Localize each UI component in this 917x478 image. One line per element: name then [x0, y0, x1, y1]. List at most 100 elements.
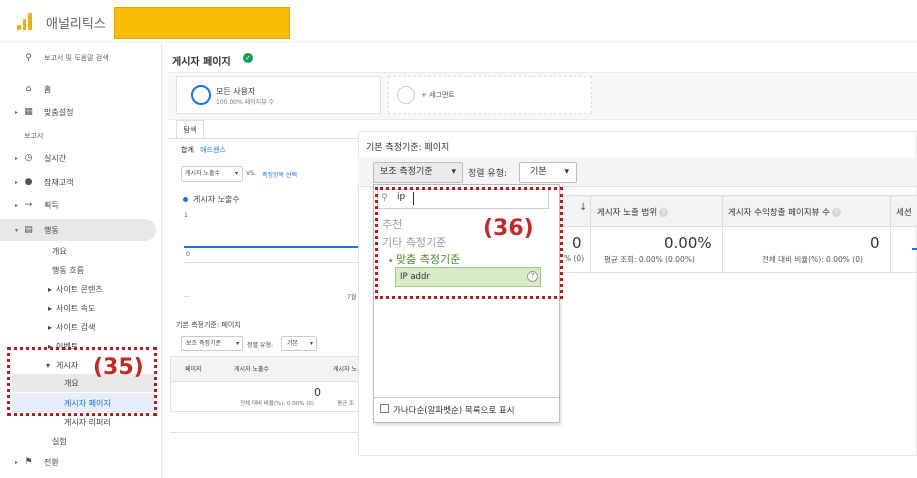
table-row: [170, 382, 360, 412]
primary-dimension-label: 기본 측정기준: 페이지: [366, 143, 450, 153]
column-divider: [590, 195, 591, 272]
divider: [374, 397, 559, 398]
sidebar-item-label: 획득: [44, 200, 59, 210]
impressions-total: 0: [572, 234, 582, 252]
subtab-summary[interactable]: 합계: [181, 146, 194, 154]
annotation-label-36: (36): [483, 216, 534, 241]
caret-right-icon: ▸: [15, 201, 19, 209]
person-icon: ●: [24, 177, 33, 187]
sidebar-search[interactable]: ⚲ 보고서 및 도움말 검색: [0, 48, 160, 68]
sidebar-subitem[interactable]: 행동 흐름: [0, 260, 160, 280]
sidebar-item-label: 행동: [44, 225, 59, 235]
coverage-value: 0.00%: [664, 234, 712, 252]
sidebar-item-label: 실시간: [44, 153, 67, 163]
search-icon: ⚲: [25, 53, 32, 63]
choose-metric-link[interactable]: 측정항목 선택: [262, 170, 297, 179]
behavior-icon: ▤: [24, 225, 33, 235]
sort-label: 정렬 유형:: [247, 342, 274, 349]
legend-label: 게시자 노출수: [193, 195, 240, 204]
sidebar-subitem[interactable]: ▸ 사이트 속도: [0, 298, 160, 318]
add-segment-label: + 세그먼트: [421, 91, 455, 99]
column-header-coverage[interactable]: 게시자 노출 범위?: [597, 206, 669, 218]
sidebar-item-customization[interactable]: ▸ ▦ 맞춤설정: [0, 102, 160, 122]
secondary-dimension-button[interactable]: 보조 측정기준 ▾: [181, 336, 243, 351]
sidebar-subitem-label: 사이트 검색: [56, 322, 96, 332]
caret-right-icon: ▸: [15, 458, 19, 466]
button-label: 보조 측정기준: [186, 340, 222, 347]
verified-check-icon: ✓: [243, 53, 253, 63]
button-label: 기본: [530, 167, 547, 177]
segment-title: 모든 사용자: [216, 87, 256, 96]
flag-icon: ⚑: [24, 457, 33, 467]
clock-icon: ◷: [24, 153, 33, 163]
column-label: 게시자 노출 범위: [597, 208, 658, 218]
chevron-down-icon: ▾: [234, 170, 238, 177]
sidebar-item-label: 잠재고객: [44, 177, 74, 187]
add-segment-button[interactable]: [388, 76, 592, 114]
sidebar-item-audience[interactable]: ▸ ● 잠재고객: [0, 172, 160, 192]
annotation-label-35: (35): [93, 355, 144, 380]
dashboard-icon: ▦: [24, 107, 33, 117]
sidebar-item-conversions[interactable]: ▸ ⚑ 전환: [0, 452, 160, 472]
tab-explore[interactable]: 탐색: [176, 120, 204, 138]
sidebar-subitem-label: 개요: [52, 246, 67, 256]
button-label: 기본: [287, 340, 299, 347]
column-label: 게시자 수익창출 페이지뷰 수: [728, 208, 830, 218]
caret-down-icon: ▾: [15, 226, 19, 234]
column-header-page[interactable]: 페이지: [185, 364, 202, 373]
button-label: 보조 측정기준: [380, 167, 433, 177]
sort-type-button[interactable]: 기본 ▾: [519, 162, 577, 183]
column-divider: [722, 195, 723, 272]
column-header-impressions[interactable]: 게시자 노출수: [234, 364, 269, 373]
page-title: 게시자 페이지: [172, 57, 231, 68]
sidebar-item-home[interactable]: ⌂ 홈: [0, 79, 160, 99]
sidebar-section-reports: 보고서: [0, 126, 160, 146]
coverage-avg: 평균 조: [337, 401, 354, 407]
sort-type-button[interactable]: 기본 ▾: [281, 336, 317, 351]
annotation-box-36: [375, 187, 563, 299]
sidebar-item-experiments[interactable]: 실험: [0, 431, 160, 451]
segment-ring-icon: [191, 85, 211, 105]
help-icon[interactable]: ?: [831, 208, 841, 217]
caret-right-icon: ▸: [15, 108, 19, 116]
legend-dot-icon: [183, 197, 188, 202]
sidebar-subitem[interactable]: ▸ 사이트 콘텐츠: [0, 279, 160, 299]
column-header-monetized-pageviews[interactable]: 게시자 수익창출 페이지뷰 수?: [728, 206, 841, 218]
sort-arrow-icon[interactable]: ↓: [579, 202, 587, 213]
sidebar-item-label: 전환: [44, 457, 59, 467]
metric-select-value: 게시자 노출수: [185, 170, 221, 177]
metric-select[interactable]: 게시자 노출수 ▾: [181, 166, 243, 182]
caret-right-icon: ▸: [48, 303, 53, 313]
chevron-down-icon: ▾: [235, 340, 239, 347]
section-label: 보고서: [24, 132, 44, 140]
help-icon[interactable]: ?: [659, 208, 669, 217]
caret-right-icon: ▸: [48, 284, 53, 294]
secondary-dimension-button[interactable]: 보조 측정기준 ▾: [373, 162, 463, 183]
column-header-sessions[interactable]: 세션: [896, 206, 912, 218]
sidebar-subitem[interactable]: ▸ 사이트 검색: [0, 317, 160, 337]
alphabetical-checkbox[interactable]: [380, 404, 389, 413]
sort-label: 정렬 유형:: [468, 169, 508, 179]
chevron-down-icon: ▾: [309, 340, 313, 347]
y-axis-top: 1: [184, 212, 188, 219]
row-divider: [560, 272, 917, 273]
impressions-pct: % (0): [564, 254, 585, 263]
coverage-average: 평균 조회: 0.00% (0.00%): [604, 255, 695, 264]
chart-baseline: [184, 262, 359, 263]
app-title: 애널리틱스: [46, 17, 106, 32]
x-axis-start: ...: [184, 292, 190, 299]
alphabetical-checkbox-label: 가나다순(알파벳순) 목록으로 표시: [393, 406, 515, 416]
empty-segment-ring-icon: [397, 86, 415, 104]
primary-dimension-label: 기본 측정기준: 페이지: [176, 321, 241, 329]
sidebar-item-acquisition[interactable]: ▸ → 획득: [0, 195, 160, 215]
subtab-adsense[interactable]: 애드센스: [200, 146, 226, 154]
column-header-coverage[interactable]: 게시자 노: [333, 364, 357, 373]
chart-series-line: [184, 246, 359, 248]
sidebar-item-label: 홈: [44, 84, 52, 94]
sidebar-subitem-label: 사이트 콘텐츠: [56, 284, 103, 294]
sidebar-item-behavior[interactable]: ▾ ▤ 행동: [0, 220, 160, 240]
sidebar-subitem[interactable]: 개요: [0, 241, 160, 261]
sessions-sparkline: [912, 248, 917, 250]
sidebar-item-realtime[interactable]: ▸ ◷ 실시간: [0, 148, 160, 168]
caret-right-icon: ▸: [15, 178, 19, 186]
